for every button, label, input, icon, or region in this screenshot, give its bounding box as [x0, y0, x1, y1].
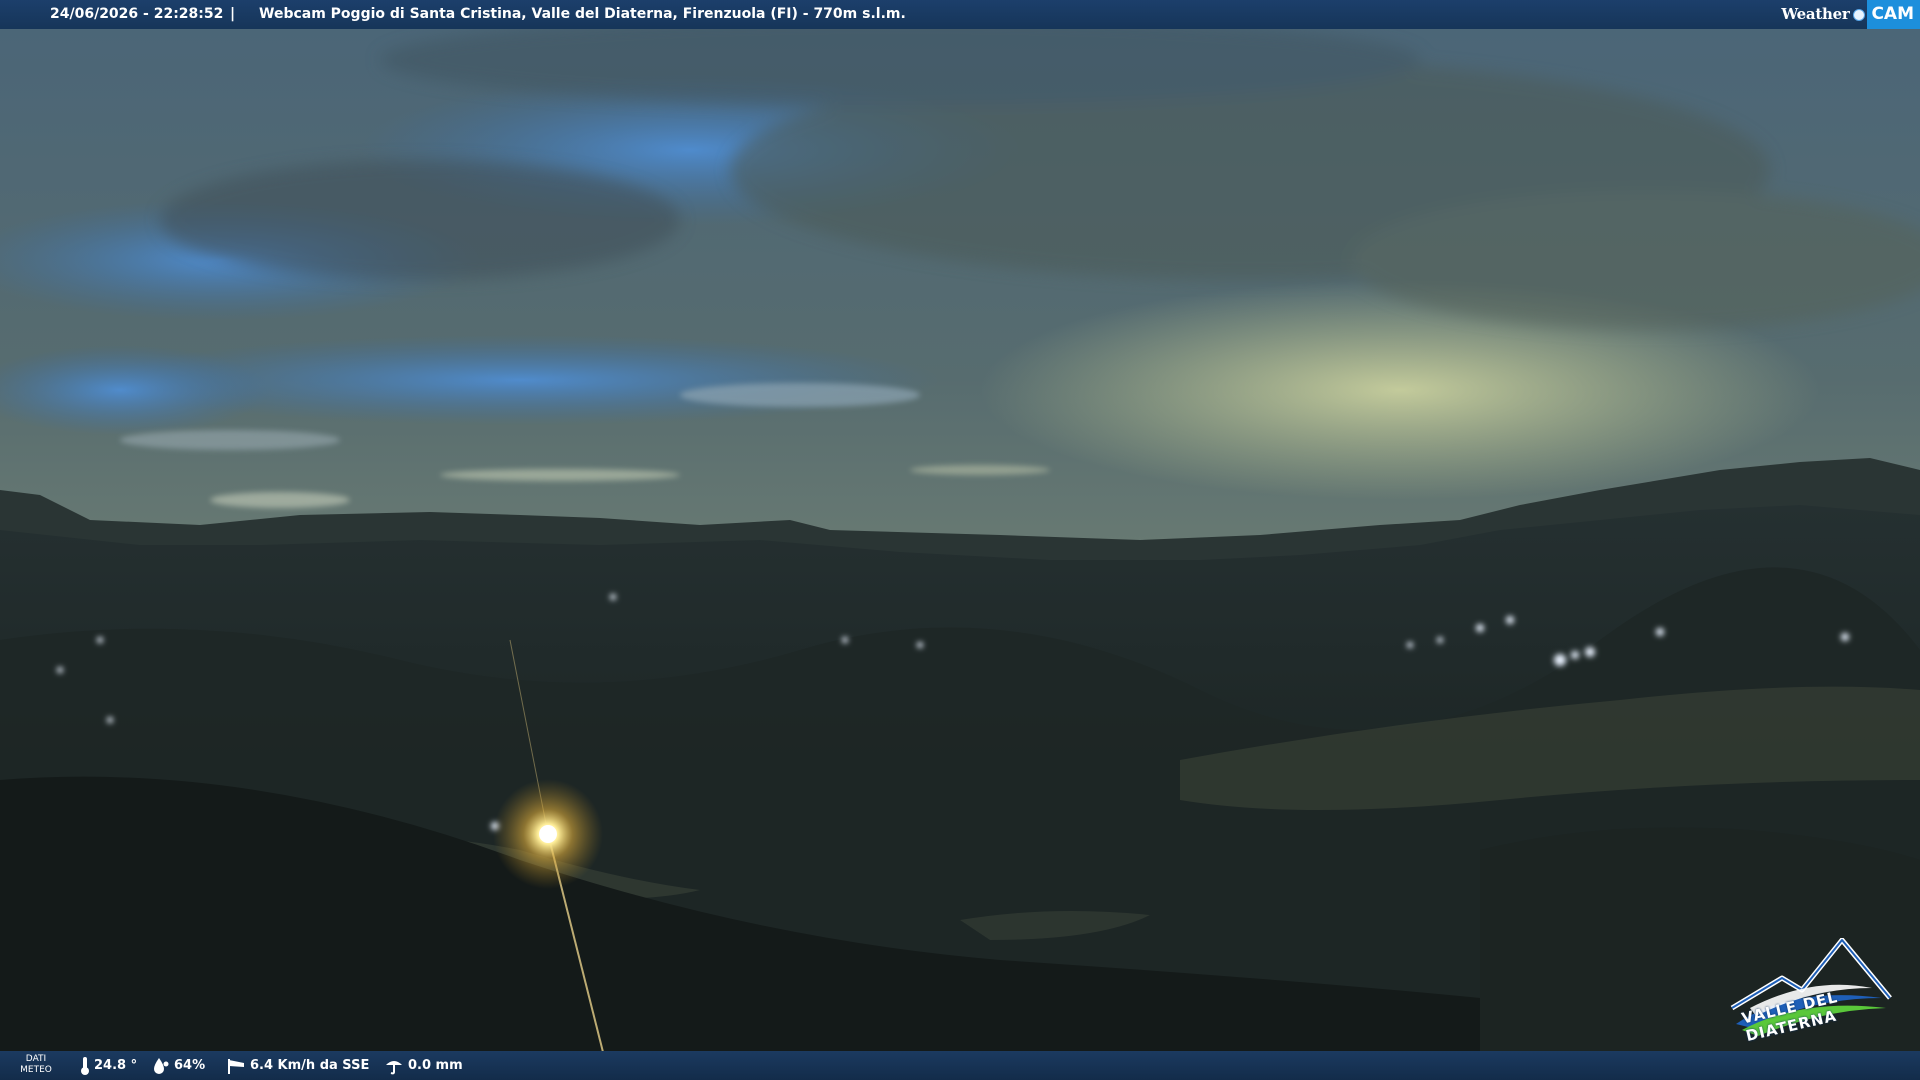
brand-suffix: CAM	[1867, 0, 1920, 29]
top-info-bar: 24/06/2026 - 22:28:52 | Webcam Poggio di…	[0, 0, 1920, 29]
brand-dot-icon	[1853, 8, 1866, 21]
temperature-value: 24.8 °	[94, 1058, 138, 1073]
humidity-readout: 64%	[152, 1051, 205, 1080]
wind-readout: 6.4 Km/h da SSE	[226, 1051, 369, 1080]
humidity-value: 64%	[174, 1058, 206, 1073]
humidity-drop-icon	[154, 1057, 169, 1074]
temperature-readout: 24.8 °	[80, 1051, 137, 1080]
webcam-view: 24/06/2026 - 22:28:52 | Webcam Poggio di…	[0, 0, 1920, 1080]
rain-gauge-icon	[386, 1060, 402, 1074]
webcam-title: Webcam Poggio di Santa Cristina, Valle d…	[259, 6, 906, 22]
weather-data-bar: DATI METEO 24.8 ° 64% 6.4 Km/h da SSE 0.…	[0, 1051, 1920, 1080]
weathercam-logo: Weather CAM	[1781, 0, 1920, 29]
rain-readout: 0.0 mm	[384, 1051, 463, 1080]
wind-value: 6.4 Km/h da SSE	[250, 1058, 370, 1073]
webcam-image	[0, 0, 1920, 1080]
valle-del-diaterna-logo: VALLE DEL DIATERNA	[1722, 937, 1894, 1048]
wind-sock-icon	[228, 1058, 244, 1074]
brand-prefix: Weather	[1781, 5, 1850, 23]
thermometer-icon	[81, 1056, 89, 1075]
separator: |	[230, 6, 236, 22]
rain-value: 0.0 mm	[408, 1058, 463, 1073]
timestamp: 24/06/2026 - 22:28:52	[50, 6, 224, 22]
meteo-label: DATI METEO	[20, 1054, 52, 1075]
